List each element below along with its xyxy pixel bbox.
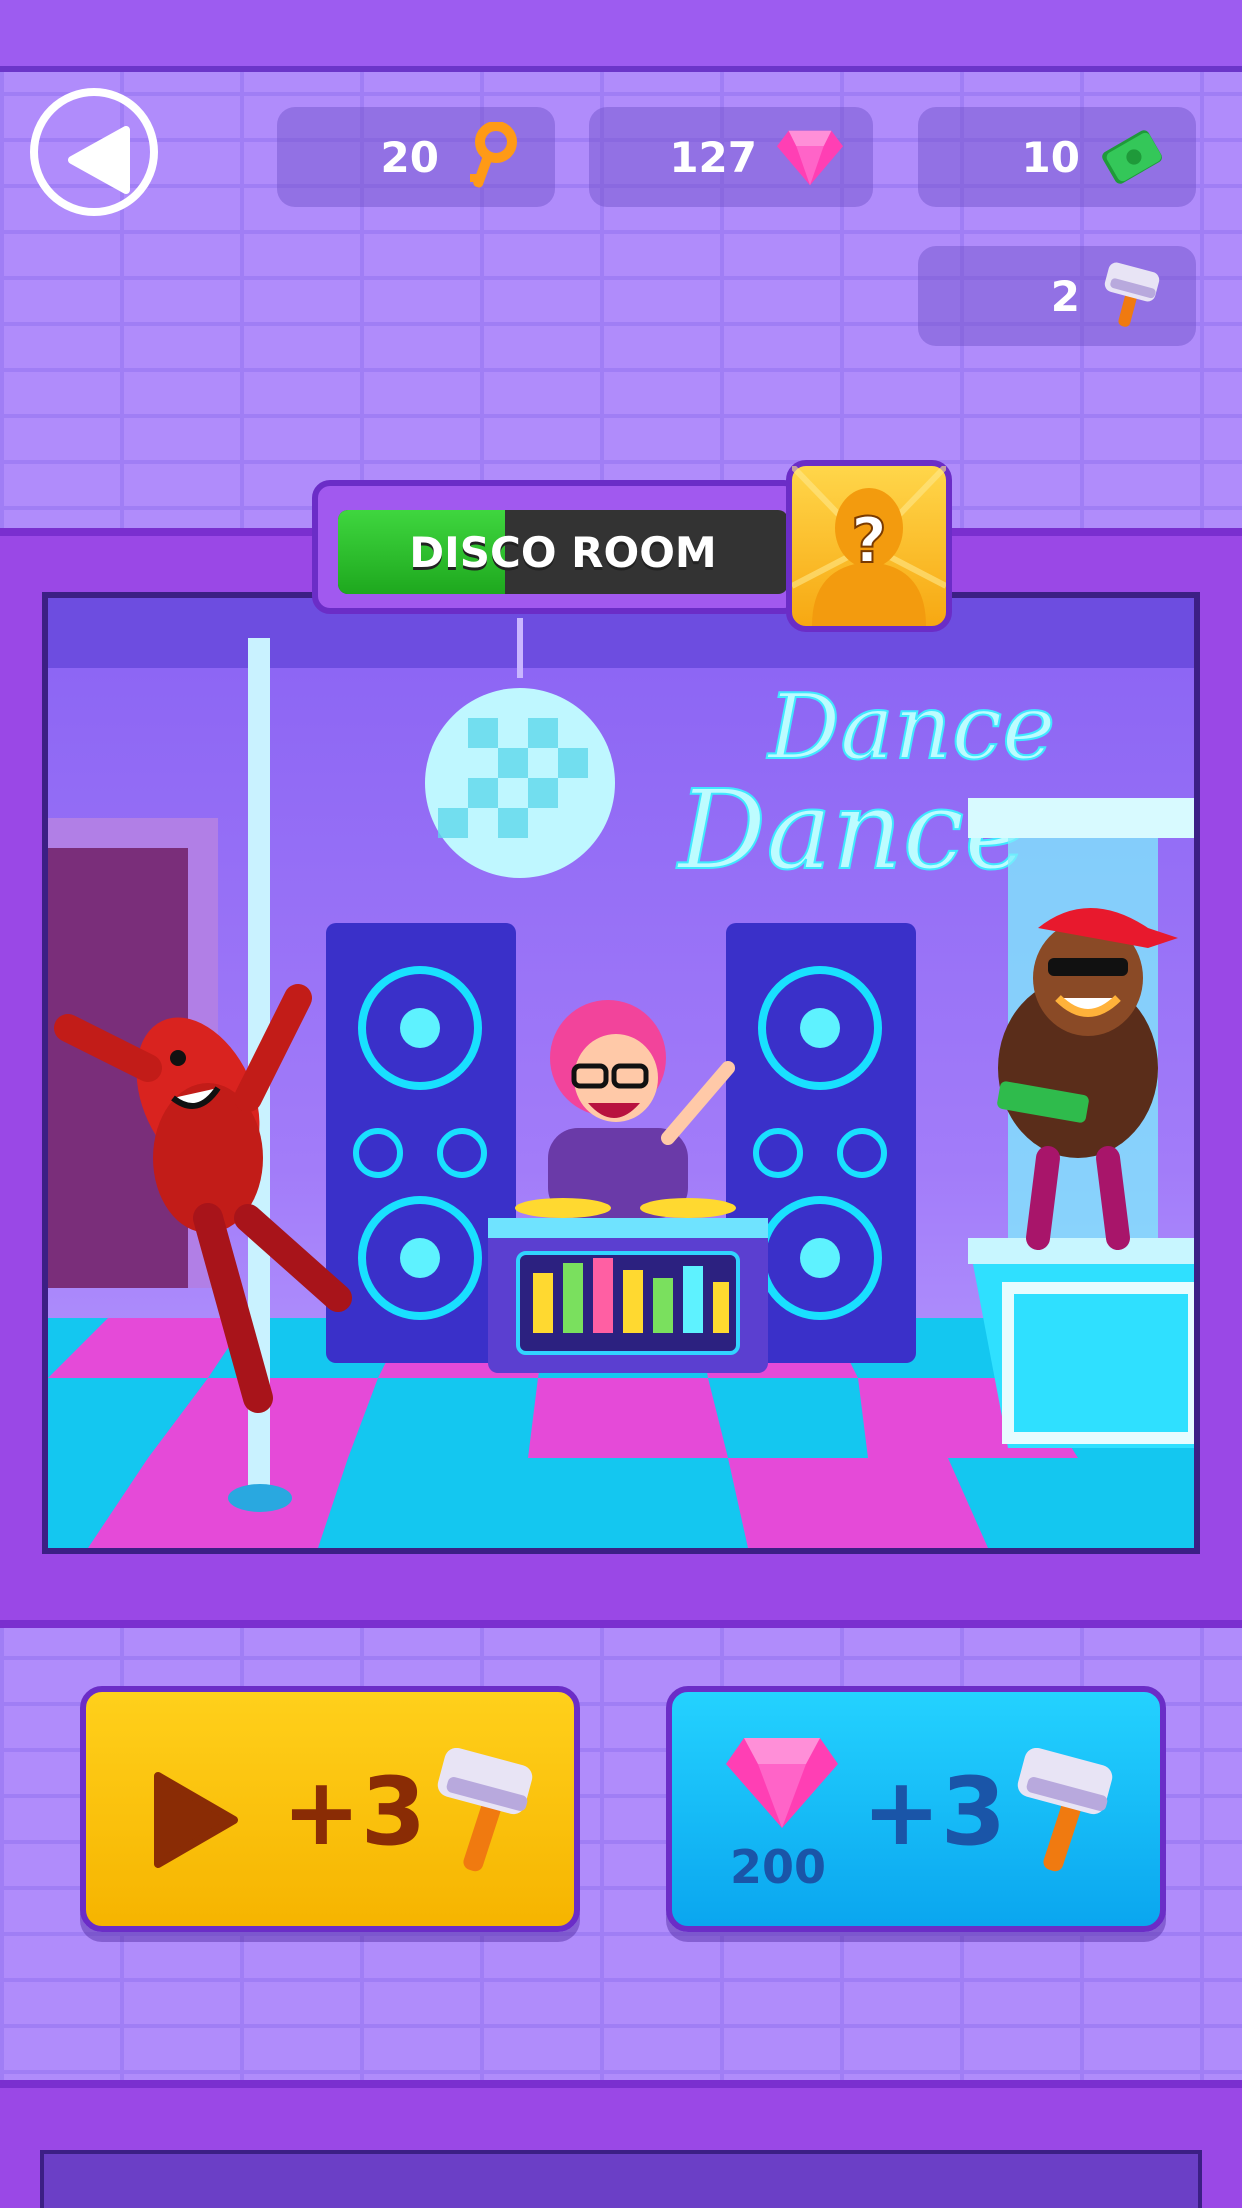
mystery-silhouette-icon: ? (789, 463, 949, 626)
play-icon (154, 1772, 238, 1868)
dj-character (548, 1000, 735, 1218)
room-title-banner: DISCO ROOM (312, 480, 802, 614)
room-title-part1: DISCO (409, 527, 557, 577)
watch-video-hammers-button[interactable]: +3 (80, 1686, 580, 1932)
room-title-part2: ROOM (571, 527, 717, 577)
cash-counter: 10 (918, 107, 1196, 207)
gem-reward-amount: +3 (862, 1758, 1007, 1867)
top-bar (0, 0, 1242, 72)
hammer-icon (1098, 261, 1168, 331)
back-button[interactable] (30, 88, 158, 216)
room-title: DISCO ROOM (338, 510, 788, 594)
buy-hammers-with-gems-button[interactable]: 200 +3 (666, 1686, 1166, 1932)
key-icon (457, 122, 527, 192)
disco-room-scene: Dance Dance (42, 592, 1200, 1554)
next-room-preview (40, 2150, 1202, 2208)
gems-counter: 127 (589, 107, 873, 207)
gem-icon (726, 1738, 838, 1828)
gem-cost: 200 (730, 1840, 827, 1894)
svg-text:?: ? (851, 504, 887, 577)
neon-sign-line1: Dance (766, 675, 1055, 780)
gems-count: 127 (669, 132, 757, 182)
keys-count: 20 (380, 132, 439, 182)
hammer-icon (1017, 1748, 1113, 1872)
hammers-counter: 2 (918, 246, 1196, 346)
video-reward-amount: +3 (282, 1758, 427, 1867)
keys-counter: 20 (277, 107, 555, 207)
hammer-icon (437, 1748, 533, 1872)
cash-icon (1098, 122, 1168, 192)
back-arrow-icon (68, 126, 130, 194)
room-progress-bar: DISCO ROOM (338, 510, 788, 594)
gem-icon (775, 122, 845, 192)
mystery-character-slot[interactable]: ? (786, 460, 952, 632)
hammers-count: 2 (1050, 271, 1080, 321)
left-speaker (326, 923, 516, 1363)
cash-count: 10 (1021, 132, 1080, 182)
disco-room-illustration: Dance Dance (48, 598, 1194, 1548)
